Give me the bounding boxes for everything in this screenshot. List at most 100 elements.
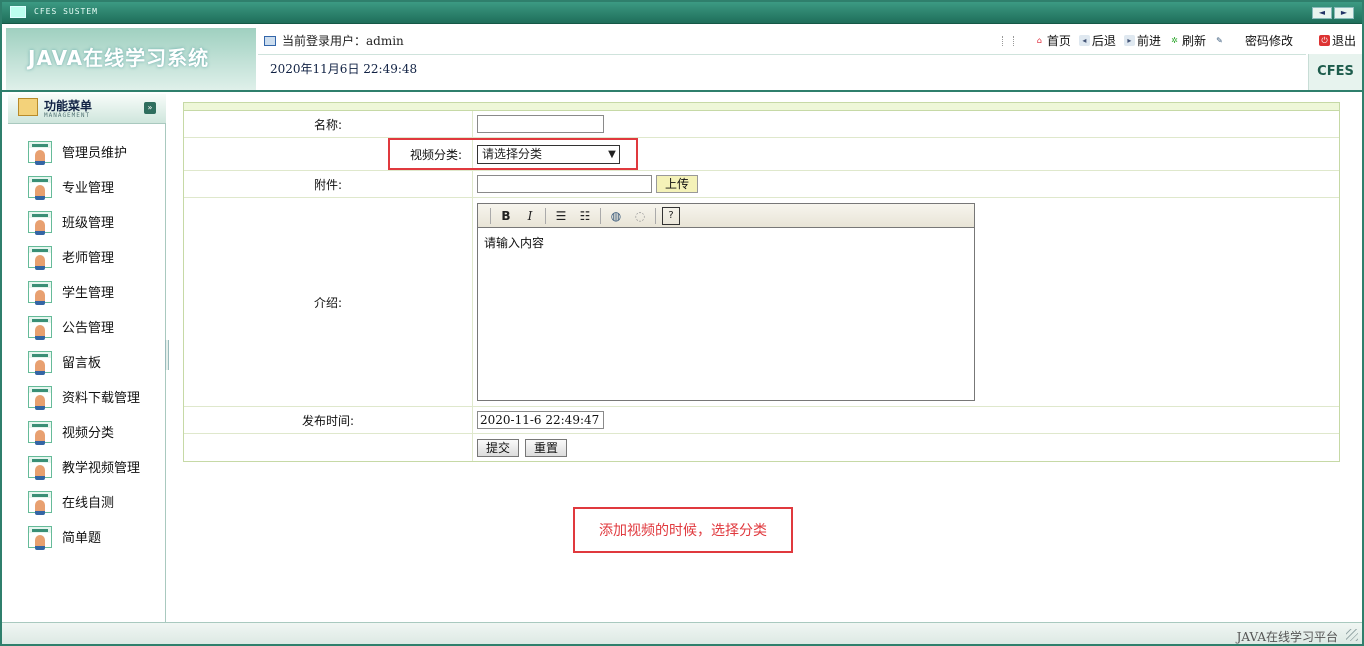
sidebar-menu: 管理员维护 专业管理 班级管理 老师管理 学生管理 公告管理 留言板 资料下载管… xyxy=(8,134,166,554)
publish-time-label: 发布时间: xyxy=(184,407,473,433)
forward-icon: ▸ xyxy=(1123,35,1135,46)
sidebar: 功能菜单 MANAGEMENT » 管理员维护 专业管理 班级管理 老师管理 学… xyxy=(8,94,166,622)
forward-link[interactable]: ▸ 前进 xyxy=(1123,32,1161,49)
user-card-icon xyxy=(28,315,52,340)
actions-row: 提交 重置 xyxy=(184,434,1339,461)
form-top-strip xyxy=(184,103,1339,111)
current-user: 当前登录用户：admin xyxy=(264,32,404,49)
unlink-icon[interactable]: ◌ xyxy=(631,207,649,225)
attachment-input[interactable] xyxy=(477,175,652,193)
video-form: 名称: 视频分类: 请选择分类 ▼ 附件: 上传 介绍: B I ☰ ☷ ◍ ◌… xyxy=(183,102,1340,462)
user-card-icon xyxy=(28,175,52,200)
actions-label-cell xyxy=(184,434,473,461)
user-card-icon xyxy=(28,350,52,375)
name-label: 名称: xyxy=(184,111,473,137)
category-row: 视频分类: 请选择分类 ▼ xyxy=(184,138,1339,171)
current-datetime: 2020年11月6日 22:49:48 xyxy=(270,62,418,76)
user-card-icon xyxy=(28,245,52,270)
user-card-icon xyxy=(28,525,52,550)
user-card-icon xyxy=(28,490,52,515)
sidebar-item-admin[interactable]: 管理员维护 xyxy=(8,134,166,169)
refresh-label: 刷新 xyxy=(1181,34,1206,48)
intro-row: 介绍: B I ☰ ☷ ◍ ◌ ? 请输入内容 xyxy=(184,198,1339,407)
reset-button[interactable]: 重置 xyxy=(525,438,568,457)
sidebar-item-video-manage[interactable]: 教学视频管理 xyxy=(8,449,166,484)
menu-header: 功能菜单 MANAGEMENT » xyxy=(8,94,166,124)
user-card-icon xyxy=(28,455,52,480)
refresh-link[interactable]: ✲ 刷新 xyxy=(1169,32,1206,49)
upload-button[interactable]: 上传 xyxy=(656,175,699,193)
help-icon[interactable]: ? xyxy=(662,206,680,225)
status-text: JAVA在线学习平台 xyxy=(1236,630,1338,644)
sidebar-item-teacher[interactable]: 老师管理 xyxy=(8,239,166,274)
name-row: 名称: xyxy=(184,111,1339,138)
sidebar-item-major[interactable]: 专业管理 xyxy=(8,169,166,204)
refresh-icon: ✲ xyxy=(1171,36,1178,45)
home-link[interactable]: ⌂ 首页 xyxy=(1034,32,1071,49)
system-titlebar: CFES SUSTEM ◄ ► xyxy=(2,2,1362,24)
user-card-icon xyxy=(28,140,52,165)
intro-label: 介绍: xyxy=(184,198,473,406)
user-card-icon xyxy=(28,385,52,410)
next-arrow-button[interactable]: ► xyxy=(1334,7,1354,19)
name-input[interactable] xyxy=(477,115,604,133)
ordered-list-icon[interactable]: ☰ xyxy=(552,207,570,225)
home-icon: ⌂ xyxy=(1036,36,1042,45)
cfes-badge: CFES xyxy=(1308,54,1362,90)
app-title: JAVA在线学习系统 xyxy=(28,46,210,70)
user-card-icon xyxy=(28,420,52,445)
current-user-label: 当前登录用户：admin xyxy=(282,34,404,48)
user-card-icon xyxy=(28,280,52,305)
category-highlight-box xyxy=(388,138,638,170)
publish-time-input[interactable]: 2020-11-6 22:49:47 xyxy=(477,411,604,429)
submit-button[interactable]: 提交 xyxy=(477,438,520,457)
italic-icon[interactable]: I xyxy=(521,207,539,225)
collapse-chevron-icon[interactable]: » xyxy=(144,102,156,114)
toolbar-separator xyxy=(490,207,491,224)
annotation-note: 添加视频的时候，选择分类 xyxy=(573,507,793,553)
sidebar-item-class[interactable]: 班级管理 xyxy=(8,204,166,239)
sidebar-item-student[interactable]: 学生管理 xyxy=(8,274,166,309)
edit-password-icon: ✎ xyxy=(1216,36,1223,45)
sidebar-item-notice[interactable]: 公告管理 xyxy=(8,309,166,344)
menu-folder-icon xyxy=(18,98,38,116)
password-label: 密码修改 xyxy=(1244,34,1293,48)
editor-body[interactable]: 请输入内容 xyxy=(478,228,974,400)
app-window: CFES SUSTEM ◄ ► JAVA在线学习系统 当前登录用户：admin … xyxy=(0,0,1364,646)
link-icon[interactable]: ◍ xyxy=(607,207,625,225)
toolbar-separator xyxy=(655,207,656,224)
logout-label: 退出 xyxy=(1331,34,1356,48)
logo-area: JAVA在线学习系统 xyxy=(6,28,256,90)
attachment-label: 附件: xyxy=(184,171,473,197)
unordered-list-icon[interactable]: ☷ xyxy=(576,207,594,225)
prev-arrow-button[interactable]: ◄ xyxy=(1312,7,1332,19)
window-nav-arrows: ◄ ► xyxy=(1312,7,1354,19)
header-toolbar: ⌂ 首页 ◂ 后退 ▸ 前进 ✲ 刷新 ✎ 密码修改 ⏻ 退出 xyxy=(1001,32,1356,49)
logout-link[interactable]: ⏻ 退出 xyxy=(1318,32,1356,49)
system-title: CFES SUSTEM xyxy=(34,7,98,16)
header: JAVA在线学习系统 当前登录用户：admin 2020年11月6日 22:49… xyxy=(2,24,1362,92)
user-card-icon xyxy=(28,210,52,235)
back-link[interactable]: ◂ 后退 xyxy=(1078,32,1116,49)
sidebar-item-self-test[interactable]: 在线自测 xyxy=(8,484,166,519)
monitor-icon xyxy=(10,6,26,18)
logout-icon: ⏻ xyxy=(1318,35,1330,46)
window-icon xyxy=(264,35,276,46)
header-divider xyxy=(258,54,1306,55)
resize-grip-icon[interactable] xyxy=(1346,629,1358,641)
sidebar-item-video-category[interactable]: 视频分类 xyxy=(8,414,166,449)
toolbar-grip xyxy=(1001,35,1014,46)
toolbar-separator xyxy=(545,207,546,224)
toolbar-separator xyxy=(600,207,601,224)
forward-label: 前进 xyxy=(1136,34,1161,48)
bold-icon[interactable]: B xyxy=(497,207,515,225)
rich-text-editor: B I ☰ ☷ ◍ ◌ ? 请输入内容 xyxy=(477,203,975,401)
sidebar-item-downloads[interactable]: 资料下载管理 xyxy=(8,379,166,414)
sidebar-item-short-answer[interactable]: 简单题 xyxy=(8,519,166,554)
password-link[interactable]: ✎ 密码修改 xyxy=(1214,32,1293,49)
sidebar-resize-handle[interactable] xyxy=(165,340,169,370)
editor-toolbar: B I ☰ ☷ ◍ ◌ ? xyxy=(478,204,974,228)
publish-time-row: 发布时间: 2020-11-6 22:49:47 xyxy=(184,407,1339,434)
home-label: 首页 xyxy=(1046,34,1071,48)
sidebar-item-messages[interactable]: 留言板 xyxy=(8,344,166,379)
